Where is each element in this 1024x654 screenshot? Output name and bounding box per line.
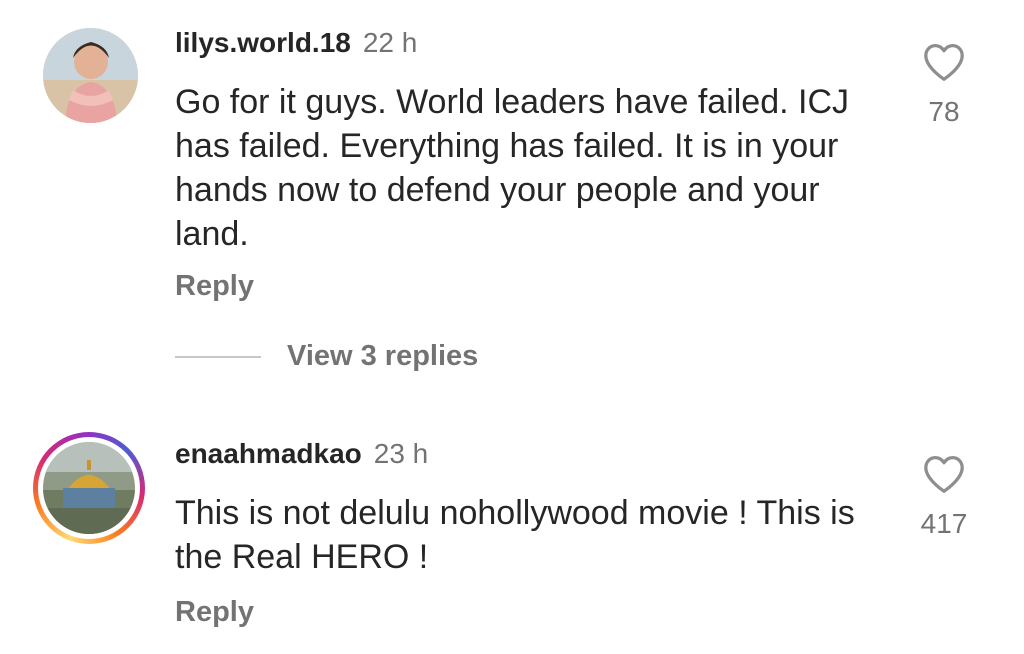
like-button[interactable]: 78 bbox=[909, 42, 979, 128]
story-ring[interactable] bbox=[33, 432, 145, 544]
reply-button[interactable]: Reply bbox=[175, 596, 254, 629]
comment-meta: lilys.world.18 22 h bbox=[175, 27, 417, 59]
comment-meta: enaahmadkao 23 h bbox=[175, 438, 428, 470]
avatar[interactable] bbox=[43, 28, 138, 123]
like-button[interactable]: 417 bbox=[909, 454, 979, 540]
timestamp: 23 h bbox=[373, 438, 429, 469]
view-replies-button[interactable]: View 3 replies bbox=[175, 340, 478, 373]
username[interactable]: enaahmadkao bbox=[175, 438, 362, 470]
comment-text: This is not delulu nohollywood movie ! T… bbox=[175, 494, 855, 576]
divider bbox=[175, 355, 261, 358]
comment-text: Go for it guys. World leaders have faile… bbox=[175, 83, 850, 253]
story-ring-gap bbox=[38, 437, 140, 539]
heart-outline-icon[interactable] bbox=[922, 42, 966, 82]
timestamp: 22 h bbox=[362, 27, 418, 58]
avatar[interactable] bbox=[43, 442, 135, 534]
username[interactable]: lilys.world.18 bbox=[175, 27, 351, 59]
heart-outline-icon[interactable] bbox=[922, 454, 966, 494]
view-replies-label: View 3 replies bbox=[287, 340, 479, 372]
like-count: 78 bbox=[928, 96, 960, 127]
like-count: 417 bbox=[920, 508, 968, 539]
reply-button[interactable]: Reply bbox=[175, 270, 254, 303]
